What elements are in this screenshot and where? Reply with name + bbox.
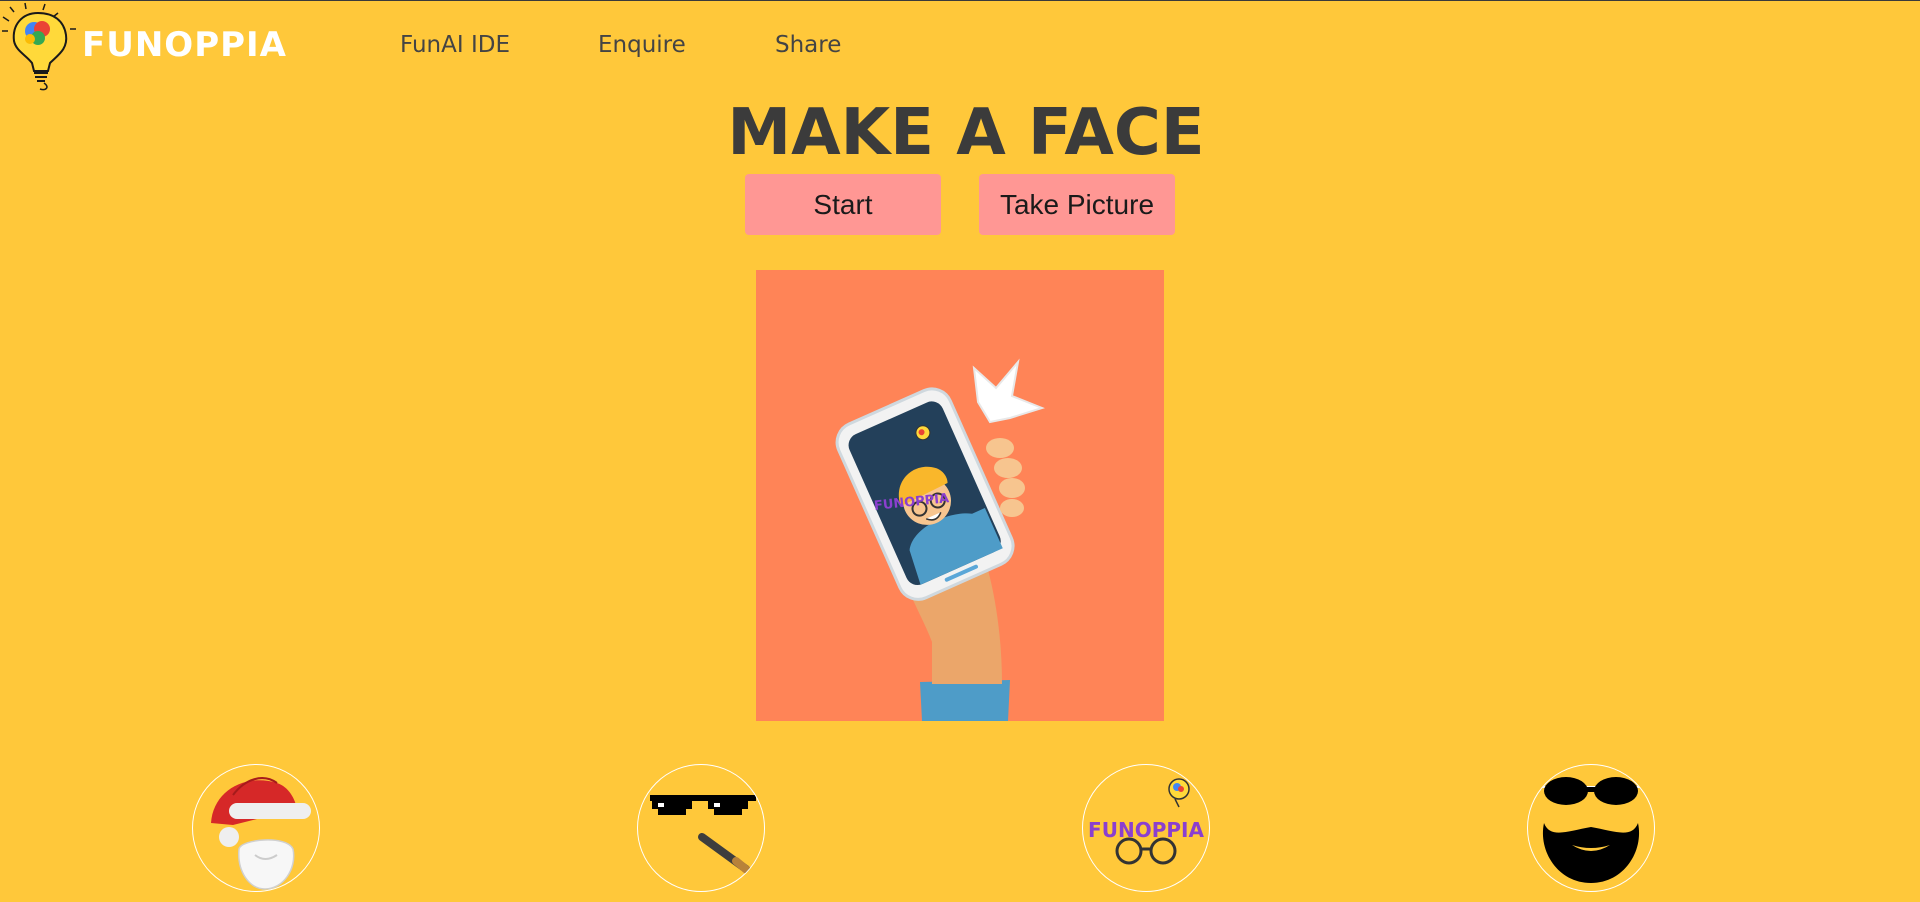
black-glasses-beard-icon xyxy=(1536,777,1646,883)
santa-hat-beard-icon xyxy=(211,777,311,890)
brand-name: FUNOPPIA xyxy=(82,25,287,65)
hand-holding-phone-selfie-illustration: FUNOPPIA xyxy=(835,358,1045,721)
funoppia-glasses-icon: FUNOPPIA xyxy=(1088,778,1204,865)
nav-link-share[interactable]: Share xyxy=(775,29,841,61)
page-title: MAKE A FACE xyxy=(727,96,1205,170)
filter-sunglasses-button[interactable] xyxy=(637,764,765,892)
filter-funoppia-text: FUNOPPIA xyxy=(1088,818,1204,842)
nav-link-enquire[interactable]: Enquire xyxy=(598,29,686,61)
take-picture-button[interactable]: Take Picture xyxy=(979,174,1175,235)
pixel-sunglasses-cigarette-icon xyxy=(650,795,756,875)
filter-beard-button[interactable] xyxy=(1527,764,1655,892)
nav-link-funai-ide[interactable]: FunAI IDE xyxy=(400,29,510,61)
lightbulb-brain-icon xyxy=(2,2,76,91)
site-header: FUNOPPIA FunAI IDE Enquire Share xyxy=(0,1,1920,91)
filter-funoppia-button[interactable]: FUNOPPIA xyxy=(1082,764,1210,892)
filter-santa-button[interactable] xyxy=(192,764,320,892)
camera-preview: FUNOPPIA xyxy=(756,270,1164,721)
start-button[interactable]: Start xyxy=(745,174,941,235)
